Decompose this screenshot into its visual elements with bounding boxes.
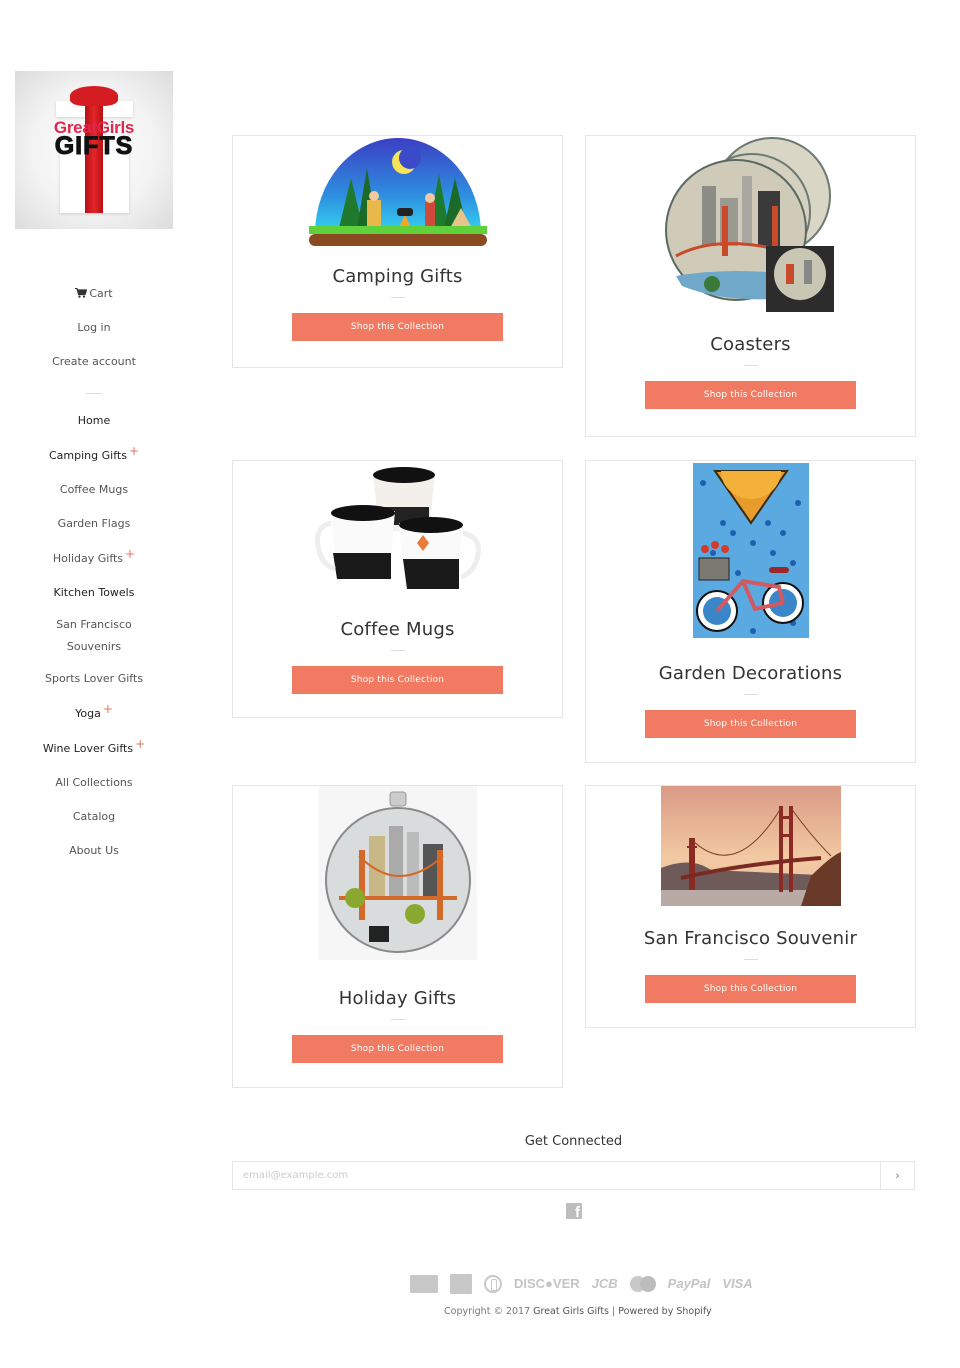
collection-card-camping-gifts[interactable]: Camping Gifts Shop this Collection (232, 135, 563, 368)
nav-item-wine-lover-gifts[interactable]: Wine Lover Gifts + (15, 731, 173, 766)
account-links: Cart Log in Create account (15, 277, 173, 379)
nav-label: San Francisco Souvenirs (56, 618, 132, 653)
main-nav: Home Camping Gifts + Coffee Mugs Garden F… (15, 404, 173, 868)
title-separator (390, 1019, 405, 1020)
shop-collection-button[interactable]: Shop this Collection (645, 381, 856, 409)
amazon-payments-icon (410, 1275, 438, 1293)
nav-item-coffee-mugs[interactable]: Coffee Mugs (15, 473, 173, 507)
skyline-mugs (314, 467, 481, 589)
expand-plus-icon[interactable]: + (135, 737, 145, 751)
nav-label: About Us (69, 844, 119, 857)
nav-item-san-francisco-souvenirs[interactable]: San Francisco Souvenirs (15, 610, 173, 662)
nav-label: Camping Gifts (49, 449, 127, 462)
diners-club-icon (484, 1275, 502, 1293)
newsletter-form: › (232, 1161, 915, 1190)
nav-item-kitchen-towels[interactable]: Kitchen Towels (15, 576, 173, 610)
nav-item-home[interactable]: Home (15, 404, 173, 438)
american-express-icon (450, 1274, 472, 1294)
title-separator (390, 650, 405, 651)
shop-collection-button[interactable]: Shop this Collection (645, 710, 856, 738)
collection-title[interactable]: Garden Decorations (586, 663, 915, 684)
collection-title[interactable]: Holiday Gifts (233, 988, 562, 1009)
nav-label: Garden Flags (57, 517, 131, 530)
collection-title[interactable]: Camping Gifts (233, 266, 562, 287)
san-francisco-coasters (664, 137, 834, 312)
nav-label: Catalog (72, 810, 116, 823)
sidebar-divider (86, 393, 102, 394)
collection-image-sf[interactable] (660, 786, 841, 906)
nav-item-holiday-gifts[interactable]: Holiday Gifts + (15, 541, 173, 576)
nav-label: Sports Lover Gifts (44, 672, 144, 685)
gift-bow-icon (70, 86, 118, 106)
mastercard-icon (629, 1276, 656, 1292)
copyright-text: Copyright © 2017 (444, 1306, 534, 1317)
collection-image-camping[interactable] (308, 138, 487, 246)
nav-label: Holiday Gifts (52, 552, 124, 565)
collection-title[interactable]: Coffee Mugs (233, 619, 562, 640)
nav-item-camping-gifts[interactable]: Camping Gifts + (15, 438, 173, 473)
subscribe-button[interactable]: › (880, 1162, 914, 1189)
camping-illustration (308, 138, 487, 246)
shop-collection-button[interactable]: Shop this Collection (645, 975, 856, 1003)
title-separator (743, 959, 758, 960)
nav-label: Kitchen Towels (53, 586, 135, 599)
newsletter-heading: Get Connected (524, 1134, 623, 1149)
collection-image-garden[interactable] (692, 463, 809, 638)
nav-item-all-collections[interactable]: All Collections (15, 766, 173, 800)
store-link[interactable]: Great Girls Gifts (533, 1306, 609, 1317)
collection-card-san-francisco-souvenir[interactable]: San Francisco Souvenir Shop this Collect… (585, 785, 916, 1028)
shop-collection-button[interactable]: Shop this Collection (292, 313, 503, 341)
nav-label: Yoga (75, 707, 101, 720)
email-input[interactable] (233, 1162, 880, 1189)
copyright: Copyright © 2017 Great Girls Gifts | Pow… (232, 1306, 960, 1317)
discover-icon: DISC●VER (514, 1276, 580, 1291)
jcb-icon: JCB (591, 1276, 618, 1291)
expand-plus-icon[interactable]: + (129, 444, 139, 458)
paypal-icon: PayPal (667, 1276, 711, 1291)
powered-by-link[interactable]: Powered by Shopify (618, 1306, 711, 1317)
nav-item-garden-flags[interactable]: Garden Flags (15, 507, 173, 541)
collection-image-mugs[interactable] (309, 463, 487, 595)
expand-plus-icon[interactable]: + (103, 702, 113, 716)
cart-label: Cart (89, 287, 113, 300)
golden-gate-bridge (660, 786, 841, 906)
facebook-glyph: f (575, 1204, 580, 1221)
sidebar: GreatGirls GIFTS Cart Log in Create acco… (15, 71, 173, 868)
shop-collection-button[interactable]: Shop this Collection (292, 1035, 503, 1063)
cart-icon (75, 288, 88, 298)
nav-label: Wine Lover Gifts (42, 742, 134, 755)
collection-image-coasters[interactable] (662, 136, 840, 314)
nav-item-sports-lover-gifts[interactable]: Sports Lover Gifts (15, 662, 173, 696)
nav-label: Coffee Mugs (59, 483, 129, 496)
page: GreatGirls GIFTS Cart Log in Create acco… (0, 0, 960, 1368)
collection-card-coasters[interactable]: Coasters Shop this Collection (585, 135, 916, 437)
title-separator (743, 694, 758, 695)
collection-card-coffee-mugs[interactable]: Coffee Mugs Shop this Collection (232, 460, 563, 718)
collection-card-holiday-gifts[interactable]: Holiday Gifts Shop this Collection (232, 785, 563, 1088)
nav-item-catalog[interactable]: Catalog (15, 800, 173, 834)
title-separator (390, 297, 405, 298)
collection-title[interactable]: San Francisco Souvenir (586, 928, 915, 949)
visa-icon: VISA (722, 1276, 753, 1291)
collection-title[interactable]: Coasters (586, 334, 915, 355)
nav-label: Home (77, 414, 111, 427)
bicycle-garden-flag (692, 463, 809, 638)
collection-card-garden-decorations[interactable]: Garden Decorations Shop this Collection (585, 460, 916, 763)
store-logo[interactable]: GreatGirls GIFTS (15, 71, 173, 229)
nav-item-about-us[interactable]: About Us (15, 834, 173, 868)
footer-separator: | (609, 1306, 619, 1317)
logo-text-bottom: GIFTS (54, 132, 134, 161)
cart-link[interactable]: Cart (15, 277, 173, 311)
login-link[interactable]: Log in (15, 311, 173, 345)
san-francisco-ornament (324, 791, 471, 953)
shop-collection-button[interactable]: Shop this Collection (292, 666, 503, 694)
facebook-icon[interactable]: f (566, 1203, 582, 1221)
nav-item-yoga[interactable]: Yoga + (15, 696, 173, 731)
nav-label: All Collections (55, 776, 133, 789)
collection-image-holiday[interactable] (318, 786, 477, 960)
expand-plus-icon[interactable]: + (125, 547, 135, 561)
payment-icons: DISC●VER JCB PayPal VISA (410, 1274, 753, 1294)
title-separator (743, 365, 758, 366)
create-account-link[interactable]: Create account (15, 345, 173, 379)
